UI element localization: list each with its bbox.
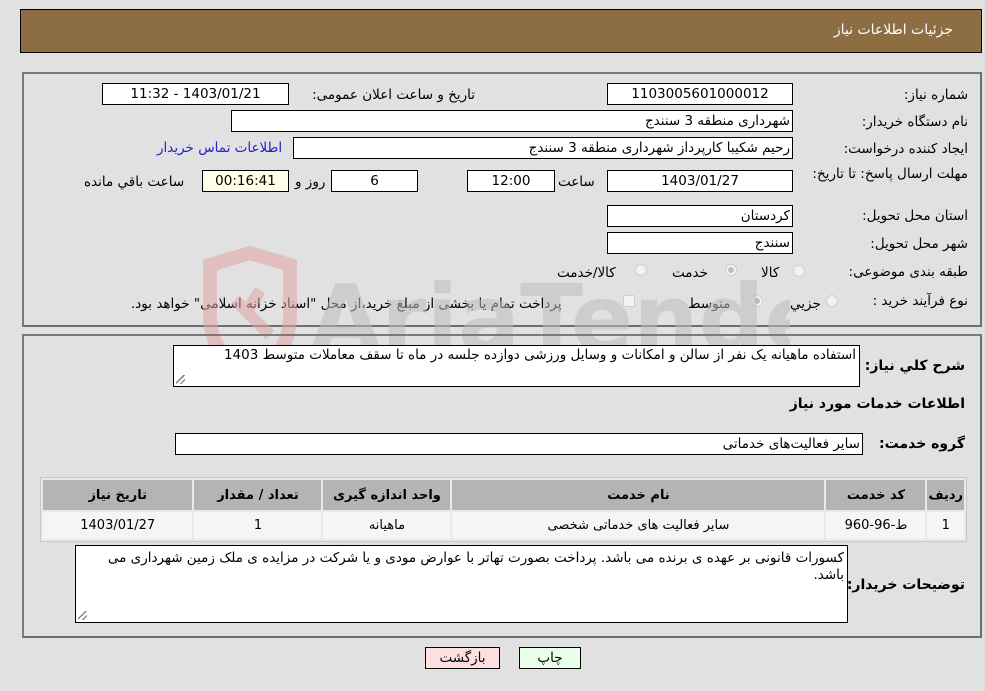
description-textarea[interactable]: استفاده ماهیانه یک نفر از سالن و امکانات… <box>173 345 860 387</box>
cell-unit: ماهیانه <box>323 512 451 539</box>
deadline-time-label: ساعت <box>558 174 595 190</box>
col-need-date: تاریخ نیاز <box>43 480 193 510</box>
cell-row-number: 1 <box>927 512 964 539</box>
services-table: ردیف کد خدمت نام خدمت واحد اندازه گیری ت… <box>40 477 967 542</box>
deadline-date-field: 1403/01/27 <box>607 170 793 192</box>
province-label: استان محل تحویل: <box>862 208 968 224</box>
col-service-code: کد خدمت <box>826 480 926 510</box>
province-field: کردستان <box>607 205 793 227</box>
days-label: روز و <box>295 174 326 190</box>
cell-service-name: سایر فعالیت های خدماتی شخصی <box>452 512 825 539</box>
resize-handle-icon[interactable] <box>176 375 185 384</box>
treasury-checkbox[interactable] <box>623 295 635 307</box>
category-label: طبقه بندی موضوعی: <box>848 264 968 280</box>
buyer-notes-text: کسورات قانونی بر عهده ی برنده می باشد. پ… <box>107 550 844 583</box>
buyer-contact-link[interactable]: اطلاعات تماس خریدار <box>157 140 282 156</box>
category-radio-service[interactable] <box>725 264 737 276</box>
process-option-minor: جزيي <box>790 296 821 312</box>
resize-handle-icon[interactable] <box>78 611 87 620</box>
deadline-label: مهلت ارسال پاسخ: تا تاریخ: <box>812 166 968 182</box>
process-radio-medium[interactable] <box>751 295 763 307</box>
description-label: شرح كلي نياز: <box>864 358 965 374</box>
remaining-days-field: 6 <box>331 170 418 192</box>
need-number-label: شماره نیاز: <box>903 87 968 103</box>
page-header: جزئیات اطلاعات نیاز <box>20 9 982 53</box>
deadline-time-field: 12:00 <box>467 170 555 192</box>
description-text: استفاده ماهیانه یک نفر از سالن و امکانات… <box>223 347 856 363</box>
announce-datetime-field: 1403/01/21 - 11:32 <box>102 83 289 105</box>
city-field: سنندج <box>607 232 793 254</box>
category-radio-goods[interactable] <box>793 265 805 277</box>
service-group-label: گروه خدمت: <box>879 436 965 452</box>
remaining-time-label: ساعت باقي مانده <box>84 174 185 190</box>
col-service-name: نام خدمت <box>452 480 825 510</box>
buyer-org-field: شهرداری منطقه 3 سنندج <box>231 110 793 132</box>
col-row-number: ردیف <box>927 480 964 510</box>
need-number-field: 1103005601000012 <box>607 83 793 105</box>
back-button[interactable]: بازگشت <box>425 647 500 669</box>
process-option-medium: متوسط <box>688 296 731 312</box>
category-option-goods-service: کالا/خدمت <box>557 265 616 281</box>
requester-label: ایجاد کننده درخواست: <box>843 141 968 157</box>
col-quantity: تعداد / مقدار <box>194 480 322 510</box>
print-button[interactable]: چاپ <box>519 647 581 669</box>
cell-service-code: ط-96-960 <box>826 512 926 539</box>
cell-need-date: 1403/01/27 <box>43 512 193 539</box>
treasury-checkbox-label: پرداخت تمام یا بخشی از مبلغ خرید،از محل … <box>131 296 562 312</box>
process-radio-minor[interactable] <box>826 295 838 307</box>
category-option-goods: کالا <box>761 265 780 281</box>
announce-datetime-label: تاریخ و ساعت اعلان عمومی: <box>312 87 475 103</box>
service-group-field: سایر فعالیت‌های خدماتی <box>175 433 863 455</box>
buyer-notes-label: توضیحات خریدار: <box>846 577 965 593</box>
requester-field: رحیم شکیبا کارپرداز شهرداری منطقه 3 سنند… <box>293 137 793 159</box>
remaining-time-field: 00:16:41 <box>202 170 289 192</box>
services-section-title: اطلاعات خدمات مورد نیاز <box>789 396 965 412</box>
cell-quantity: 1 <box>194 512 322 539</box>
category-radio-goods-service[interactable] <box>635 264 647 276</box>
buyer-notes-textarea[interactable]: کسورات قانونی بر عهده ی برنده می باشد. پ… <box>75 545 848 623</box>
city-label: شهر محل تحویل: <box>870 236 968 252</box>
category-option-service: خدمت <box>672 265 708 281</box>
buyer-org-label: نام دستگاه خریدار: <box>861 114 968 130</box>
services-table-header: ردیف کد خدمت نام خدمت واحد اندازه گیری ت… <box>43 480 964 510</box>
col-unit: واحد اندازه گیری <box>323 480 451 510</box>
page-title: جزئیات اطلاعات نیاز <box>833 22 953 38</box>
process-type-label: نوع فرآیند خرید : <box>872 293 968 309</box>
table-row: 1 ط-96-960 سایر فعالیت های خدماتی شخصی م… <box>43 512 964 539</box>
